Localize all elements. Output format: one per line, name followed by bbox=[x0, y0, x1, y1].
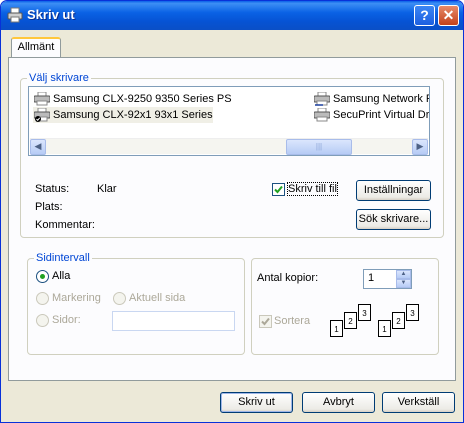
collate-label: Sortera bbox=[274, 315, 311, 327]
print-to-file-label[interactable]: Skriv till fil bbox=[287, 182, 338, 196]
radio-selected-dot bbox=[40, 274, 45, 279]
page-3: 3 bbox=[358, 304, 371, 321]
apply-button[interactable]: Verkställ bbox=[382, 392, 455, 413]
spin-up-icon[interactable]: ▲ bbox=[396, 270, 411, 279]
printer-name: Samsung CLX-9250 9350 Series PS bbox=[53, 93, 232, 105]
status-label: Status: bbox=[35, 183, 70, 195]
find-printer-button[interactable]: Sök skrivare... bbox=[356, 209, 431, 230]
checkmark-icon bbox=[274, 185, 283, 194]
scroll-thumb[interactable]: ||| bbox=[286, 139, 352, 155]
horizontal-scrollbar[interactable]: ◀ ||| ▶ bbox=[30, 138, 428, 155]
all-pages-label[interactable]: Alla bbox=[52, 270, 70, 282]
printer-icon bbox=[7, 7, 23, 23]
spin-down-icon[interactable]: ▼ bbox=[396, 279, 411, 288]
print-button[interactable]: Skriv ut bbox=[220, 392, 293, 413]
status-value: Klar bbox=[97, 183, 117, 195]
current-page-label[interactable]: Aktuell sida bbox=[129, 292, 185, 304]
printer-group-legend: Välj skrivare bbox=[27, 72, 91, 84]
printer-item[interactable]: Samsung CLX-9250 9350 Series PS bbox=[33, 91, 232, 107]
printer-list[interactable]: Samsung CLX-9250 9350 Series PS Samsung … bbox=[28, 86, 430, 156]
printer-name: Samsung Network Pr bbox=[333, 93, 429, 105]
pages-input[interactable] bbox=[112, 311, 235, 331]
printer-item[interactable]: Samsung Network Pr bbox=[313, 91, 429, 107]
printer-item-selected[interactable]: Samsung CLX-92x1 93x1 Series bbox=[33, 107, 213, 123]
network-printer-icon bbox=[314, 92, 330, 106]
scroll-right-icon[interactable]: ▶ bbox=[412, 139, 428, 155]
cancel-button[interactable]: Avbryt bbox=[302, 392, 375, 413]
title-bar[interactable]: Skriv ut ? ✕ bbox=[1, 1, 463, 30]
location-label: Plats: bbox=[35, 201, 63, 213]
page-1: 1 bbox=[330, 320, 343, 337]
printer-icon bbox=[34, 92, 50, 106]
pages-label[interactable]: Sidor: bbox=[52, 314, 81, 326]
printer-icon bbox=[314, 108, 330, 122]
pages-radio[interactable] bbox=[36, 314, 49, 327]
copies-label: Antal kopior: bbox=[257, 272, 319, 284]
page-3: 3 bbox=[406, 304, 419, 321]
collate-checkbox[interactable] bbox=[259, 315, 272, 328]
selection-radio[interactable] bbox=[36, 292, 49, 305]
close-button[interactable]: ✕ bbox=[438, 5, 459, 26]
window-title: Skriv ut bbox=[27, 7, 75, 22]
scroll-left-icon[interactable]: ◀ bbox=[30, 139, 46, 155]
print-dialog: Skriv ut ? ✕ Allmänt Välj skrivare Samsu… bbox=[0, 0, 464, 423]
print-to-file-checkbox[interactable] bbox=[272, 183, 285, 196]
page-1: 1 bbox=[378, 320, 391, 337]
printer-item[interactable]: SecuPrint Virtual Driv bbox=[313, 107, 429, 123]
page-2: 2 bbox=[344, 312, 357, 329]
checkmark-icon bbox=[261, 317, 270, 326]
printer-name: SecuPrint Virtual Driv bbox=[333, 109, 429, 121]
page-2: 2 bbox=[392, 312, 405, 329]
tab-general[interactable]: Allmänt bbox=[11, 37, 61, 58]
all-pages-radio[interactable] bbox=[36, 270, 49, 283]
current-page-radio[interactable] bbox=[113, 292, 126, 305]
selection-label[interactable]: Markering bbox=[52, 292, 101, 304]
comment-label: Kommentar: bbox=[35, 219, 95, 231]
settings-button[interactable]: Inställningar bbox=[356, 180, 431, 201]
page-range-legend: Sidintervall bbox=[34, 252, 92, 264]
printer-default-icon bbox=[34, 108, 50, 122]
printer-name: Samsung CLX-92x1 93x1 Series bbox=[53, 109, 213, 121]
help-button[interactable]: ? bbox=[414, 5, 435, 26]
copies-value: 1 bbox=[368, 272, 375, 284]
